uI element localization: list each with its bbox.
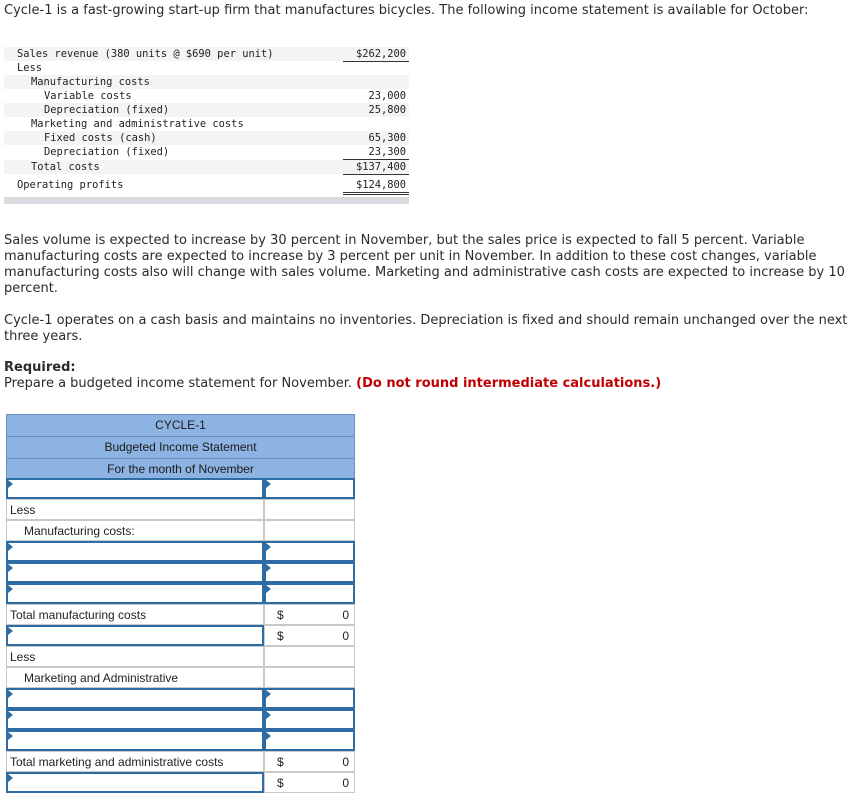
input-flag-icon [266, 543, 271, 551]
less-label: Less [10, 650, 36, 664]
input-flag-icon [8, 774, 13, 782]
input-flag-icon [266, 585, 271, 593]
input-flag-icon [266, 564, 271, 572]
table-row: Total manufacturing costs $0 [6, 604, 355, 625]
table-row: Less [6, 646, 355, 667]
input-flag-icon [8, 543, 13, 551]
marketing-admin-label: Marketing and Administrative [24, 671, 179, 685]
mkt-cost-label-input[interactable] [6, 730, 264, 751]
input-flag-icon [266, 711, 271, 719]
operating-profit-value: 0 [342, 776, 349, 790]
mfg-cost-label-input[interactable] [6, 541, 264, 562]
input-flag-icon [8, 732, 13, 740]
less-label: Less [17, 62, 43, 74]
intro-text: Cycle-1 is a fast-growing start-up firm … [4, 3, 809, 18]
statement-bottom-bar [4, 197, 409, 204]
total-costs-amount: $137,400 [343, 160, 409, 175]
input-flag-icon [8, 690, 13, 698]
table-row: Manufacturing costs: [6, 520, 355, 541]
table-row [6, 730, 355, 751]
table-row [6, 562, 355, 583]
operating-profits-label: Operating profits [17, 179, 124, 191]
variable-costs-label: Variable costs [44, 90, 132, 102]
statement-period: For the month of November [107, 462, 254, 476]
required-heading: Required: [4, 360, 76, 375]
operating-profits-amount: $124,800 [343, 178, 409, 195]
less-label: Less [10, 503, 36, 517]
table-row [6, 688, 355, 709]
manufacturing-costs-label: Manufacturing costs [31, 76, 150, 88]
sales-amount-input[interactable] [264, 478, 355, 499]
manufacturing-costs-label: Manufacturing costs: [24, 524, 135, 538]
table-row [6, 478, 355, 499]
october-income-statement: Sales revenue (380 units @ $690 per unit… [4, 45, 409, 211]
total-costs-label: Total costs [31, 161, 100, 173]
mfg-depreciation-label: Depreciation (fixed) [44, 104, 170, 116]
table-row: $0 [6, 772, 355, 793]
table-row [6, 541, 355, 562]
mfg-cost-amount-input[interactable] [264, 583, 355, 604]
mkt-cost-label-input[interactable] [6, 709, 264, 730]
total-marketing-label: Total marketing and administrative costs [10, 755, 224, 769]
input-flag-icon [266, 480, 271, 488]
input-flag-icon [8, 564, 13, 572]
mkt-cost-amount-input[interactable] [264, 709, 355, 730]
budget-table: CYCLE-1 Budgeted Income Statement For th… [6, 414, 355, 481]
input-flag-icon [8, 711, 13, 719]
currency-symbol: $ [277, 755, 284, 769]
mfg-cost-amount-input[interactable] [264, 562, 355, 583]
mfg-cost-label-input[interactable] [6, 583, 264, 604]
table-row [6, 709, 355, 730]
mkt-cost-amount-input[interactable] [264, 688, 355, 709]
rounding-note: (Do not round intermediate calculations.… [356, 376, 662, 391]
input-flag-icon [266, 690, 271, 698]
input-flag-icon [8, 627, 13, 635]
budget-table-header: CYCLE-1 Budgeted Income Statement For th… [6, 414, 355, 481]
mkt-depreciation-amount: 23,300 [343, 145, 409, 160]
fixed-cash-label: Fixed costs (cash) [44, 132, 157, 144]
input-flag-icon [8, 585, 13, 593]
input-flag-icon [266, 732, 271, 740]
fixed-cash-amount: 65,300 [368, 132, 406, 144]
marketing-admin-label: Marketing and administrative costs [31, 118, 244, 130]
variable-costs-amount: 23,000 [368, 90, 406, 102]
mfg-depreciation-amount: 25,800 [368, 104, 406, 116]
scenario-paragraph: Sales volume is expected to increase by … [4, 233, 845, 296]
currency-symbol: $ [277, 629, 284, 643]
input-flag-icon [8, 480, 13, 488]
table-row [6, 583, 355, 604]
gross-margin-value: 0 [342, 629, 349, 643]
required-text: Prepare a budgeted income statement for … [4, 376, 353, 391]
table-row: Less [6, 499, 355, 520]
operations-paragraph: Cycle-1 operates on a cash basis and mai… [4, 313, 848, 344]
mkt-cost-amount-input[interactable] [264, 730, 355, 751]
statement-title: Budgeted Income Statement [7, 437, 354, 459]
company-name: CYCLE-1 [7, 415, 354, 437]
total-manufacturing-value: 0 [342, 608, 349, 622]
operating-profit-label-input[interactable] [6, 772, 264, 793]
mfg-cost-label-input[interactable] [6, 562, 264, 583]
mkt-depreciation-label: Depreciation (fixed) [44, 146, 170, 158]
table-row: Marketing and Administrative [6, 667, 355, 688]
mfg-cost-amount-input[interactable] [264, 541, 355, 562]
gross-margin-label-input[interactable] [6, 625, 264, 646]
total-marketing-value: 0 [342, 755, 349, 769]
mkt-cost-label-input[interactable] [6, 688, 264, 709]
total-manufacturing-label: Total manufacturing costs [10, 608, 147, 622]
sales-label-input[interactable] [6, 478, 264, 499]
table-row: $0 [6, 625, 355, 646]
sales-revenue-label: Sales revenue (380 units @ $690 per unit… [17, 48, 274, 60]
sales-revenue-amount: $262,200 [343, 47, 409, 62]
currency-symbol: $ [277, 776, 284, 790]
table-row: Total marketing and administrative costs… [6, 751, 355, 772]
currency-symbol: $ [277, 608, 284, 622]
